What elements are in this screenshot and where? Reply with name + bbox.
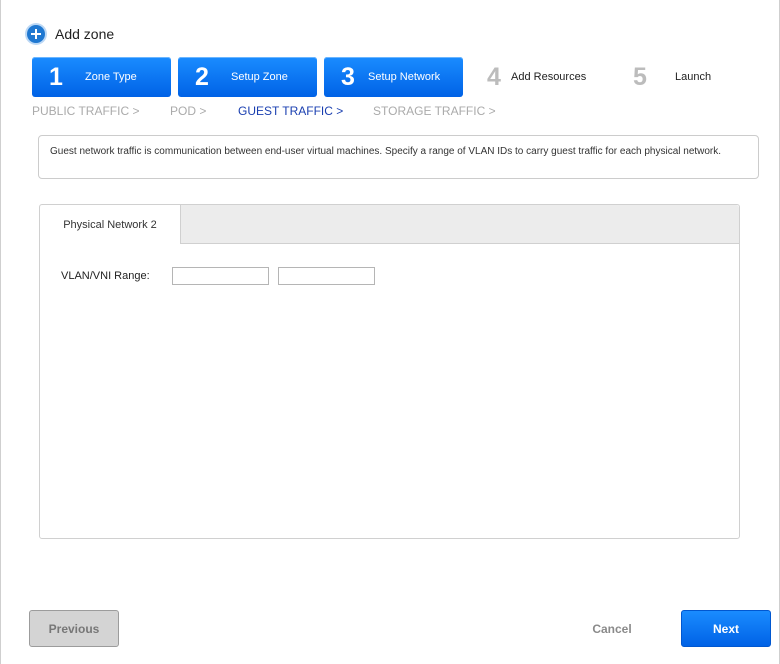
- vlan-range-start-input[interactable]: [172, 267, 269, 285]
- substep-guest-traffic[interactable]: GUEST TRAFFIC >: [238, 104, 343, 118]
- step-label: Zone Type: [85, 71, 137, 83]
- step-launch: 5 Launch: [616, 57, 755, 97]
- physical-network-panel: Physical Network 2 VLAN/VNI Range:: [39, 204, 740, 539]
- substep-public-traffic[interactable]: PUBLIC TRAFFIC >: [32, 104, 139, 118]
- step-label: Add Resources: [511, 71, 587, 83]
- vlan-range-end-input[interactable]: [278, 267, 375, 285]
- step-label: Setup Network: [368, 71, 441, 83]
- step-label: Launch: [675, 71, 712, 83]
- tab-physical-network-2[interactable]: Physical Network 2: [40, 205, 181, 244]
- dialog-title-text: Add zone: [55, 26, 115, 42]
- info-text: Guest network traffic is communication b…: [50, 146, 722, 157]
- tab-label: Physical Network 2: [63, 218, 157, 231]
- step-zone-type[interactable]: 1 Zone Type: [32, 57, 171, 97]
- step-number: 4: [487, 62, 501, 91]
- next-button[interactable]: Next: [681, 610, 771, 647]
- dialog-title: Add zone: [27, 24, 114, 44]
- info-box: Guest network traffic is communication b…: [38, 135, 759, 179]
- step-number: 2: [195, 62, 209, 91]
- cancel-button[interactable]: Cancel: [586, 617, 638, 641]
- vlan-range-label: VLAN/VNI Range:: [61, 270, 150, 282]
- step-setup-zone[interactable]: 2 Setup Zone: [178, 57, 317, 97]
- step-setup-network[interactable]: 3 Setup Network: [324, 57, 463, 97]
- substep-storage-traffic: STORAGE TRAFFIC >: [373, 104, 496, 118]
- step-number: 5: [633, 62, 647, 91]
- substep-pod[interactable]: POD >: [170, 104, 206, 118]
- previous-button[interactable]: Previous: [29, 610, 119, 647]
- add-circle-icon: [27, 25, 45, 43]
- step-label: Setup Zone: [231, 71, 288, 83]
- step-add-resources: 4 Add Resources: [470, 57, 609, 97]
- step-number: 3: [341, 62, 355, 91]
- step-number: 1: [49, 62, 63, 91]
